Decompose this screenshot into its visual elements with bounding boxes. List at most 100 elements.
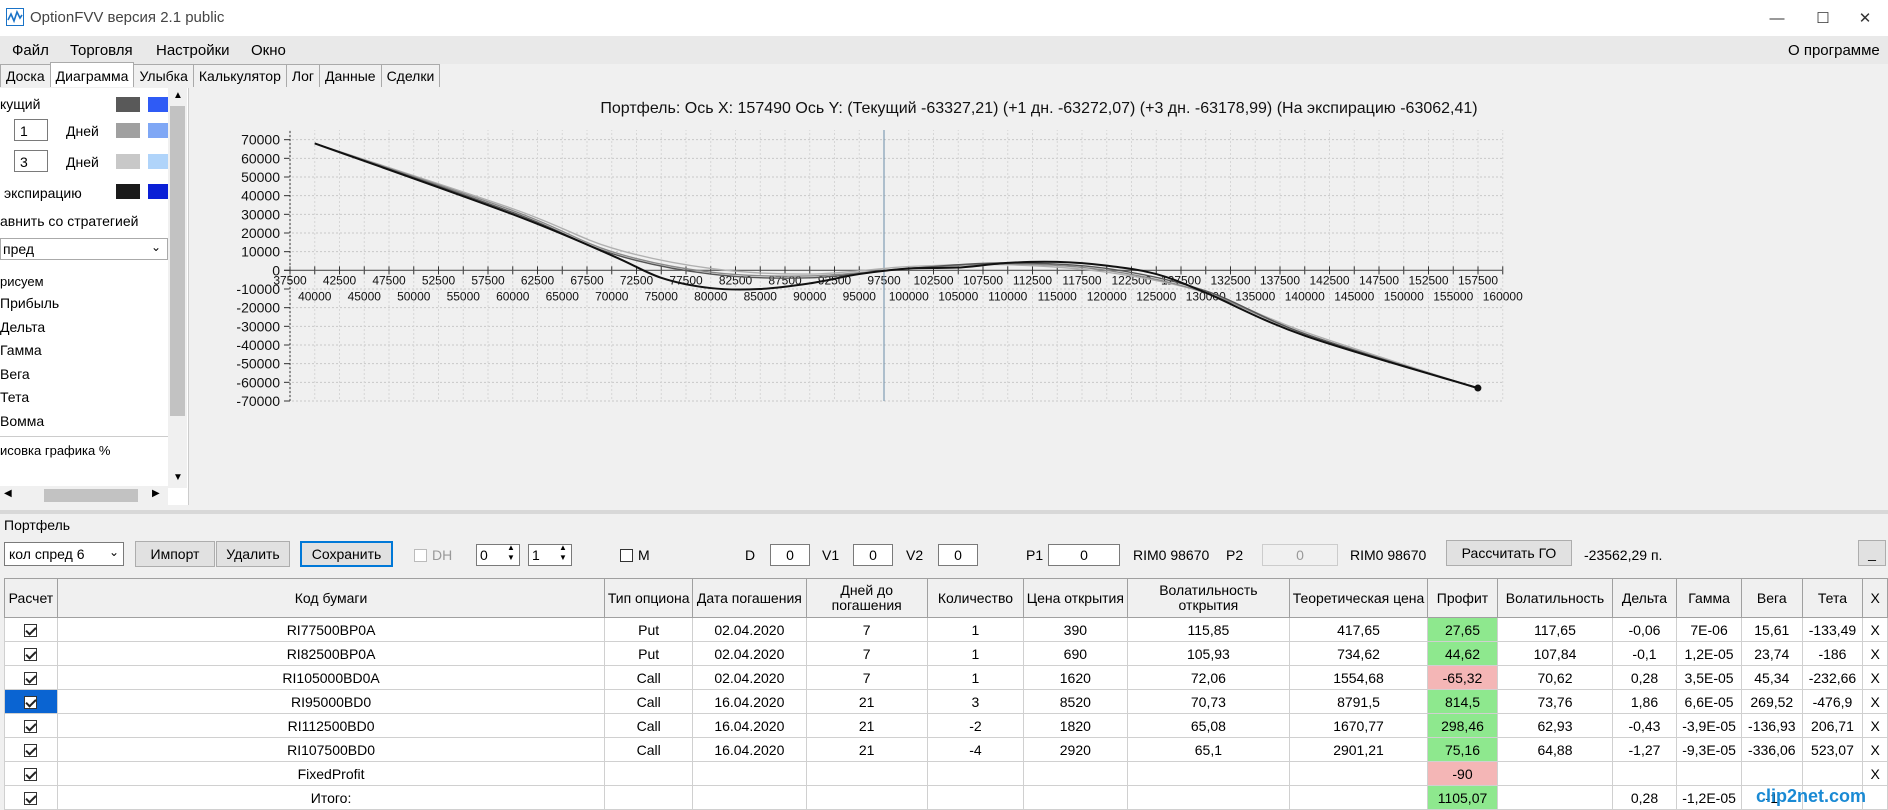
calc-checkbox[interactable] <box>24 768 38 782</box>
left-panel-vertical-scrollbar[interactable]: ▲ ▼ <box>168 88 187 488</box>
table-row[interactable]: RI105000BD0A Call 02.04.2020 7 1 1620 72,06 155… <box>4 665 1888 690</box>
v2-input[interactable]: 0 <box>938 544 978 566</box>
col-profit[interactable]: Профит <box>1426 578 1499 618</box>
left-panel-horizontal-scrollbar[interactable]: ◀ ▶ <box>0 486 168 505</box>
day1-color-swatch-2[interactable] <box>148 123 168 138</box>
close-button[interactable]: ✕ <box>1842 0 1888 36</box>
splitter[interactable] <box>0 510 1888 514</box>
col-calc[interactable]: Расчет <box>4 578 58 618</box>
spin-1-arrows-icon[interactable]: ▲ ▼ <box>507 543 515 563</box>
menu-settings[interactable]: Настройки <box>156 42 230 59</box>
table-row[interactable]: RI82500BP0A Put 02.04.2020 7 1 690 105,93 734,6… <box>4 641 1888 666</box>
days3-input[interactable]: 3 <box>14 150 48 172</box>
col-qty[interactable]: Количество <box>926 578 1025 618</box>
minimize-panel-button[interactable]: _ <box>1858 540 1886 566</box>
expiry-color-swatch-2[interactable] <box>148 184 168 199</box>
col-price[interactable]: Цена открытия <box>1023 578 1128 618</box>
menu-trading[interactable]: Торговля <box>70 42 133 59</box>
day3-color-swatch[interactable] <box>116 154 140 169</box>
cell-x[interactable] <box>1862 785 1888 810</box>
col-vol[interactable]: Волатильность <box>1497 578 1613 618</box>
scroll-left-icon[interactable]: ◀ <box>4 488 12 499</box>
expiry-color-swatch[interactable] <box>116 184 140 199</box>
tab-smile[interactable]: Улыбка <box>133 64 194 87</box>
p2-input[interactable]: 0 <box>1262 544 1338 566</box>
p1-input[interactable]: 0 <box>1048 544 1120 566</box>
col-type[interactable]: Тип опциона <box>604 578 694 618</box>
col-gamma[interactable]: Гамма <box>1676 578 1742 618</box>
days1-input[interactable]: 1 <box>14 119 48 141</box>
col-code[interactable]: Код бумаги <box>56 578 606 618</box>
metric-gamma[interactable]: Гамма <box>0 342 42 358</box>
metric-theta[interactable]: Тета <box>0 389 29 405</box>
table-row[interactable]: RI77500BP0A Put 02.04.2020 7 1 390 115,85 417,6… <box>4 617 1888 642</box>
delete-button[interactable]: Удалить <box>216 541 290 567</box>
cell-x[interactable]: X <box>1862 689 1888 714</box>
menu-file[interactable]: Файл <box>12 42 49 59</box>
cell-x[interactable]: X <box>1862 665 1888 690</box>
calc-checkbox[interactable] <box>24 792 38 806</box>
table-row[interactable]: Итого: 1105,07 0,28 -1,2E-05 -1 <box>4 785 1888 810</box>
tab-data[interactable]: Данные <box>318 64 382 87</box>
cell-x[interactable]: X <box>1862 737 1888 762</box>
col-vega[interactable]: Вега <box>1740 578 1803 618</box>
menu-window[interactable]: Окно <box>251 42 286 59</box>
maximize-button[interactable]: ☐ <box>1800 0 1846 36</box>
hscroll-thumb[interactable] <box>44 489 138 502</box>
calc-checkbox[interactable] <box>24 744 38 758</box>
calc-checkbox[interactable] <box>24 720 38 734</box>
tab-board[interactable]: Доска <box>0 64 51 87</box>
m-checkbox[interactable] <box>620 549 633 562</box>
current-color-swatch[interactable] <box>116 97 140 112</box>
metric-vega[interactable]: Вега <box>0 366 30 382</box>
spin-2-arrows-icon[interactable]: ▲ ▼ <box>559 543 567 563</box>
import-button[interactable]: Импорт <box>135 541 215 567</box>
scroll-thumb[interactable] <box>170 106 185 416</box>
scroll-up-icon[interactable]: ▲ <box>173 90 183 101</box>
col-delta[interactable]: Дельта <box>1611 578 1678 618</box>
table-row[interactable]: RI107500BD0 Call 16.04.2020 21 -4 2920 65,1 290… <box>4 737 1888 762</box>
portfolio-strategy-select[interactable]: кол спред 6 ⌄ <box>4 542 124 566</box>
calc-checkbox[interactable] <box>24 624 38 638</box>
table-row[interactable]: FixedProfit -90 X <box>4 761 1888 786</box>
tab-calculator[interactable]: Калькулятор <box>192 64 287 87</box>
profit-chart[interactable]: 80000 70000 60000 50000 40000 30000 20000 10000… <box>190 130 1888 500</box>
save-button[interactable]: Сохранить <box>300 541 393 567</box>
tab-trades[interactable]: Сделки <box>380 64 441 87</box>
spin-2-input[interactable]: 1 ▲ ▼ <box>528 543 572 566</box>
scroll-down-icon[interactable]: ▼ <box>173 472 183 483</box>
metric-profit[interactable]: Прибыль <box>0 295 59 311</box>
table-row[interactable]: RI95000BD0 Call 16.04.2020 21 3 8520 70,73 8791… <box>4 689 1888 714</box>
dh-checkbox[interactable] <box>414 549 427 562</box>
spin-1-input[interactable]: 0 ▲ ▼ <box>476 543 520 566</box>
cell-x[interactable]: X <box>1862 713 1888 738</box>
tab-log[interactable]: Лог <box>285 64 320 87</box>
cell-x[interactable]: X <box>1862 641 1888 666</box>
compare-strategy-label[interactable]: авнить со стратегией <box>0 213 138 229</box>
calc-checkbox[interactable] <box>24 696 38 710</box>
col-vol-open[interactable]: Волатильность открытия <box>1126 578 1291 618</box>
col-date[interactable]: Дата погашения <box>692 578 807 618</box>
minimize-button[interactable]: — <box>1754 0 1800 36</box>
d-input[interactable]: 0 <box>770 544 810 566</box>
metric-vomma[interactable]: Вомма <box>0 413 44 429</box>
calculate-go-button[interactable]: Рассчитать ГО <box>1446 540 1572 566</box>
col-theta[interactable]: Тета <box>1801 578 1864 618</box>
day1-color-swatch[interactable] <box>116 123 140 138</box>
current-color-swatch-2[interactable] <box>148 97 168 112</box>
calc-checkbox[interactable] <box>24 672 38 686</box>
cell-x[interactable]: X <box>1862 761 1888 786</box>
col-theo[interactable]: Теоретическая цена <box>1289 578 1428 618</box>
strategy-select[interactable]: пред ⌄ <box>0 238 168 260</box>
calc-checkbox[interactable] <box>24 648 38 662</box>
day3-color-swatch-2[interactable] <box>148 154 168 169</box>
scroll-right-icon[interactable]: ▶ <box>152 488 160 499</box>
menu-about[interactable]: О программе <box>1788 42 1880 59</box>
col-days[interactable]: Дней до погашения <box>805 578 928 618</box>
v1-input[interactable]: 0 <box>853 544 893 566</box>
table-row[interactable]: RI112500BD0 Call 16.04.2020 21 -2 1820 65,08 16… <box>4 713 1888 738</box>
tab-diagram[interactable]: Диаграмма <box>49 62 135 87</box>
cell-x[interactable]: X <box>1862 617 1888 642</box>
col-x[interactable]: X <box>1862 578 1888 618</box>
metric-delta[interactable]: Дельта <box>0 319 45 335</box>
